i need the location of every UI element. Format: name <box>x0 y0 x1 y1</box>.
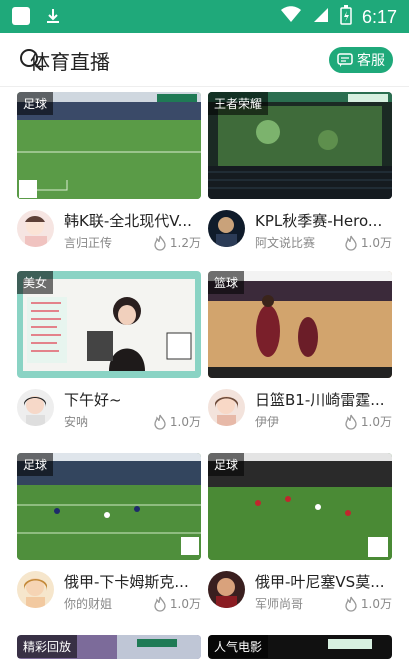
author-name: 阿文说比赛 <box>255 236 316 250</box>
status-left <box>12 7 62 25</box>
battery-icon <box>340 5 352 30</box>
fire-icon <box>154 414 166 430</box>
stream-card[interactable]: 足球 韩K联-全北现代V... 言归正传 1.2万 <box>17 92 201 262</box>
author-name: 言归正传 <box>64 236 113 250</box>
avatar <box>17 210 54 247</box>
stream-card[interactable]: 精彩回放 <box>17 635 201 659</box>
view-count: 1.0万 <box>153 413 201 430</box>
stream-card[interactable]: 足球 俄甲-叶尼塞VS莫... 军师尚哥 1.0万 <box>208 453 392 623</box>
avatar <box>208 571 245 608</box>
fire-icon <box>154 235 166 251</box>
app-header: 体育直播 客服 <box>0 33 409 87</box>
author-name: 你的财姐 <box>64 597 113 611</box>
stream-thumbnail[interactable]: 人气电影 <box>208 635 392 659</box>
stream-title: 俄甲-下卡姆斯克... <box>64 573 189 591</box>
stream-thumbnail[interactable]: 篮球 <box>208 271 392 378</box>
view-count: 1.0万 <box>344 234 392 251</box>
stream-title: 韩K联-全北现代V... <box>64 212 192 230</box>
avatar <box>17 389 54 426</box>
notification-icon <box>12 7 30 25</box>
fire-icon <box>345 596 357 612</box>
stream-thumbnail[interactable]: 足球 <box>17 92 201 199</box>
stream-thumbnail[interactable]: 王者荣耀 <box>208 92 392 199</box>
status-bar: 6:17 <box>0 0 409 33</box>
category-tag: 美女 <box>17 271 54 294</box>
customer-service-label: 客服 <box>357 53 385 69</box>
view-count: 1.2万 <box>153 234 201 251</box>
stream-card[interactable]: 美女 下午好~ 安呐 1.0万 <box>17 271 201 441</box>
category-tag: 足球 <box>208 453 245 476</box>
customer-service-button[interactable]: 客服 <box>329 47 393 73</box>
fire-icon <box>345 414 357 430</box>
stream-title: 下午好~ <box>64 391 122 409</box>
author-name: 军师尚哥 <box>255 597 304 611</box>
category-tag: 王者荣耀 <box>208 92 269 115</box>
avatar <box>17 571 54 608</box>
stream-card[interactable]: 王者荣耀 KPL秋季赛-Hero... 阿文说比赛 1.0万 <box>208 92 392 262</box>
stream-thumbnail[interactable]: 足球 <box>208 453 392 560</box>
page-title: 体育直播 <box>30 50 110 74</box>
stream-title: 日篮B1-川崎雷霆... <box>255 391 385 409</box>
chat-icon <box>337 53 353 67</box>
category-tag: 足球 <box>17 92 54 115</box>
category-tag: 人气电影 <box>208 635 269 658</box>
status-time: 6:17 <box>361 7 397 27</box>
category-tag: 足球 <box>17 453 54 476</box>
stream-title: 俄甲-叶尼塞VS莫... <box>255 573 385 591</box>
category-tag: 篮球 <box>208 271 245 294</box>
view-count: 1.0万 <box>153 595 201 612</box>
author-name: 安呐 <box>64 415 89 429</box>
view-count: 1.0万 <box>344 595 392 612</box>
signal-icon <box>312 6 330 29</box>
view-count: 1.0万 <box>344 413 392 430</box>
stream-thumbnail[interactable]: 美女 <box>17 271 201 378</box>
stream-card[interactable]: 足球 俄甲-下卡姆斯克... 你的财姐 1.0万 <box>17 453 201 623</box>
wifi-icon <box>280 6 302 29</box>
fire-icon <box>345 235 357 251</box>
category-tag: 精彩回放 <box>17 635 78 658</box>
stream-thumbnail[interactable]: 足球 <box>17 453 201 560</box>
status-right: 6:17 <box>280 5 397 30</box>
stream-card[interactable]: 篮球 日篮B1-川崎雷霆... 伊伊 1.0万 <box>208 271 392 441</box>
download-icon <box>44 7 62 25</box>
avatar <box>208 389 245 426</box>
avatar <box>208 210 245 247</box>
fire-icon <box>154 596 166 612</box>
stream-title: KPL秋季赛-Hero... <box>255 212 383 230</box>
stream-card[interactable]: 人气电影 <box>208 635 392 659</box>
stream-thumbnail[interactable]: 精彩回放 <box>17 635 201 659</box>
author-name: 伊伊 <box>255 415 280 429</box>
